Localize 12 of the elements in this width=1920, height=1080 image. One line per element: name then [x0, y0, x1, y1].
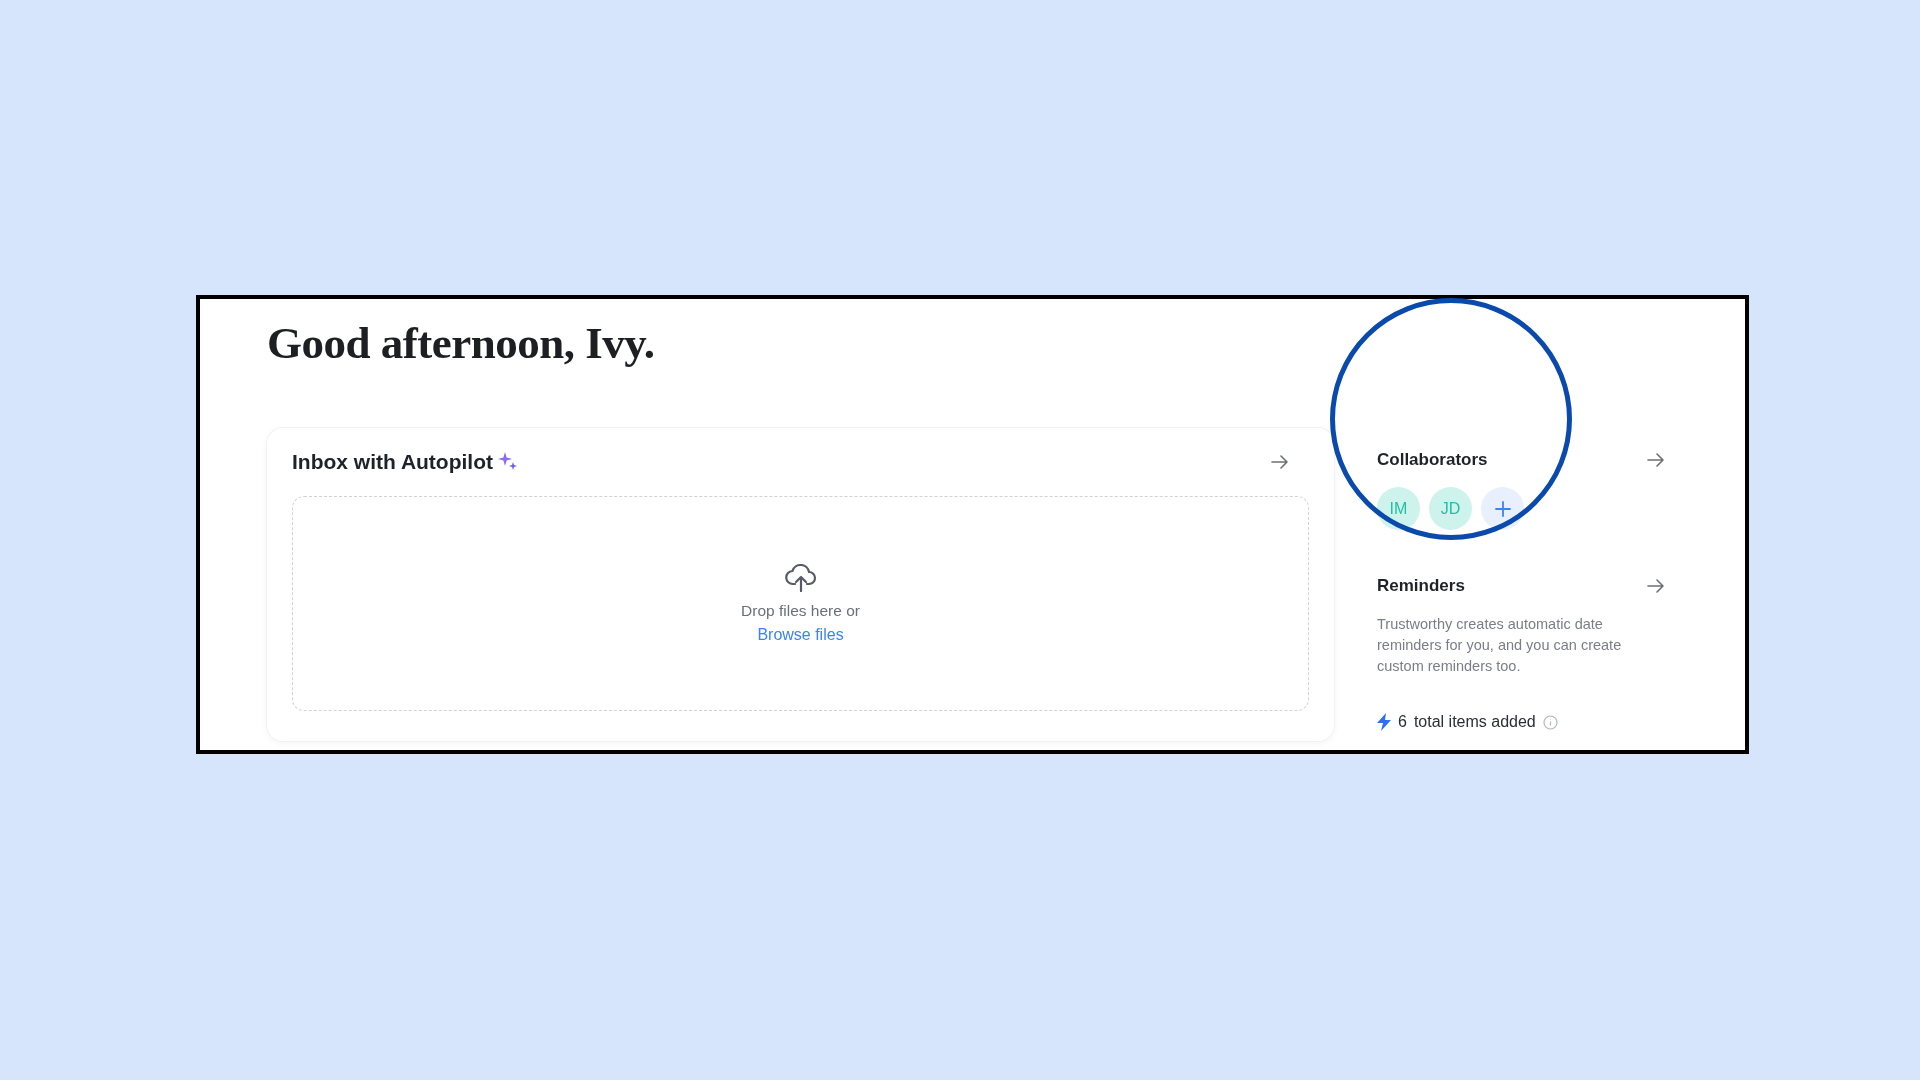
reminders-description: Trustworthy creates automatic date reminders for you, and you can create custom reminders too.	[1377, 615, 1623, 676]
avatar[interactable]: IM	[1377, 487, 1420, 530]
browse-files-link[interactable]: Browse files	[757, 625, 844, 644]
card-title: Inbox with Autopilot	[292, 450, 493, 474]
item-count-label: total items added	[1413, 713, 1536, 731]
avatar[interactable]: JD	[1429, 487, 1472, 530]
greeting-heading: Good afternoon, Ivy.	[267, 317, 656, 369]
item-count: 6	[1398, 713, 1407, 731]
drop-prompt: Drop files here or	[741, 601, 860, 620]
file-drop-zone[interactable]: Drop files here or Browse files	[292, 496, 1309, 711]
section-title: Collaborators	[1377, 450, 1488, 470]
section-title: Reminders	[1377, 576, 1465, 596]
